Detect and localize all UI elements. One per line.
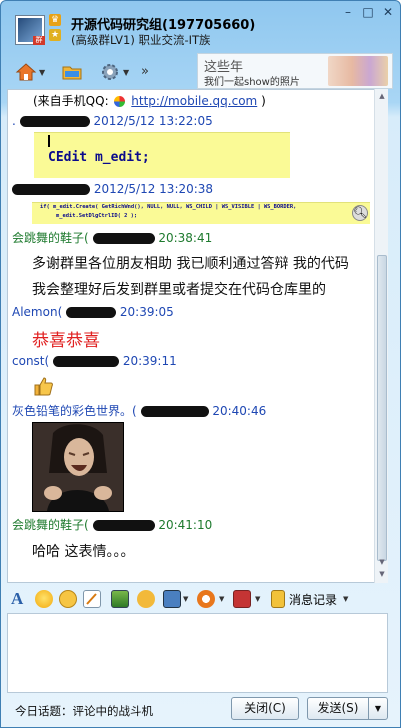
redacted-id [140,406,209,417]
folder-button[interactable] [61,61,83,83]
message-time: 2012/5/12 13:22:05 [93,114,213,128]
code-snippet: if( m_edit.Create( GetRichWnd(), NULL, N… [32,202,370,224]
redacted-id [19,116,90,127]
message-header: . 2012/5/12 13:22:05 [12,114,213,128]
group-level-icons: ♛ ★ [49,14,63,44]
promo-photos [328,56,388,86]
more-tools-button[interactable]: » [141,64,149,79]
magic-emoji-icon[interactable] [59,590,77,608]
text-cursor [48,135,50,147]
qq-logo-icon [114,96,126,107]
message-header: 会跳舞的鞋子( 20:41:10 [12,518,213,532]
screenshot-icon[interactable] [233,590,251,608]
crown-icon: ♛ [49,14,61,26]
scribble-icon[interactable] [83,590,101,608]
promo-tagline: 我们一起show的照片 [204,77,300,88]
maximize-button[interactable]: □ [361,5,375,19]
scroll-down-icon[interactable]: ▼ [377,557,387,567]
daily-topic[interactable]: 今日话题：评论中的战斗机 [15,703,153,719]
scroll-thumb[interactable] [377,255,387,561]
home-icon [15,61,37,83]
bottom-bar: 今日话题：评论中的战斗机 关闭(C) 发送(S) ▼ [1,693,400,727]
chat-history[interactable]: (来自手机QQ: http://mobile.qq.com ) . 2012/5… [7,89,388,583]
redacted-id [53,356,120,367]
home-button[interactable]: ▼ [15,61,45,83]
group-avatar[interactable]: 群 [15,15,45,45]
chevron-down-icon[interactable]: ▼ [255,595,260,603]
redacted-id [92,233,155,244]
send-button[interactable]: 发送(S) [307,697,369,720]
message-text: 我会整理好后发到群里或者提交在代码仓库里的 [32,282,326,298]
format-toolbar: A ▼ ▼ ▼ 消息记录 ▼ [7,585,388,613]
thumbs-up-icon [32,375,54,400]
image-icon[interactable] [111,590,129,608]
message-input[interactable] [7,613,388,693]
star-icon: ★ [49,29,61,41]
code-snippet: CEdit m_edit; [34,132,290,178]
chevron-down-icon[interactable]: ▼ [183,595,188,603]
close-button[interactable]: 关闭(C) [231,697,299,720]
chevron-down-icon: ▼ [123,67,130,77]
chat-window: 群 ♛ ★ 开源代码研究组(197705660) (高级群LV1) 职业交流-I… [0,0,401,728]
message-history-button[interactable]: 消息记录 [289,591,337,608]
close-window-button[interactable]: ✕ [381,5,395,19]
settings-button[interactable]: ▼ [99,61,129,83]
message-time: 2012/5/12 13:20:38 [93,182,214,196]
font-icon[interactable]: A [11,590,29,608]
message-time: 20:39:05 [119,305,174,319]
group-title: 开源代码研究组(197705660) [71,18,256,33]
message-text: 多谢群里各位朋友相助 我已顺利通过答辩 我的代码 [32,256,349,272]
message-header: Alemon( 20:39:05 [12,305,174,319]
emoji-image[interactable] [32,422,124,512]
chat-scrollbar[interactable]: ▲ ▼ ▼ [374,89,388,583]
mobile-qq-note: (来自手机QQ: http://mobile.qq.com ) [33,94,266,108]
message-header: 灰色铅笔的彩色世界。( 20:40:46 [12,404,267,418]
group-subtitle: (高级群LV1) 职业交流-IT族 [71,33,211,47]
promo-banner[interactable]: 这些年 我们一起show的照片 [197,53,393,89]
chevron-down-icon[interactable]: ▼ [219,595,224,603]
screen-icon[interactable] [163,590,181,608]
gift-icon[interactable] [137,590,155,608]
folder-icon [61,61,83,83]
message-text: 恭喜恭喜 [32,331,100,351]
chevron-down-icon[interactable]: ▼ [343,595,348,603]
message-time: 20:39:11 [122,354,177,368]
smiley-icon[interactable] [35,590,53,608]
music-icon[interactable] [197,590,215,608]
message-header: 会跳舞的鞋子( 20:38:41 [12,231,213,245]
group-badge: 群 [33,36,45,45]
message-text: 哈哈 这表情。。。 [32,544,135,560]
redacted-id [12,184,90,195]
scroll-down-icon[interactable]: ▼ [377,569,387,579]
send-options-button[interactable]: ▼ [368,697,388,720]
gear-icon [99,61,121,83]
scroll-up-icon[interactable]: ▲ [377,91,387,101]
message-header: const( 20:39:11 [12,354,177,368]
minimize-button[interactable]: – [341,5,355,19]
chevron-down-icon: ▼ [39,67,46,77]
redacted-id [92,520,155,531]
redacted-id [66,307,117,318]
message-time: 20:40:46 [212,404,267,418]
history-icon[interactable] [271,590,285,608]
title-bar[interactable]: 群 ♛ ★ 开源代码研究组(197705660) (高级群LV1) 职业交流-I… [1,1,400,51]
zoom-icon[interactable]: 🔍︎ [352,205,368,221]
message-time: 20:41:10 [158,518,213,532]
message-time: 20:38:41 [158,231,213,245]
mobile-qq-link[interactable]: http://mobile.qq.com [131,94,257,108]
message-header: 2012/5/12 13:20:38 [12,182,213,196]
